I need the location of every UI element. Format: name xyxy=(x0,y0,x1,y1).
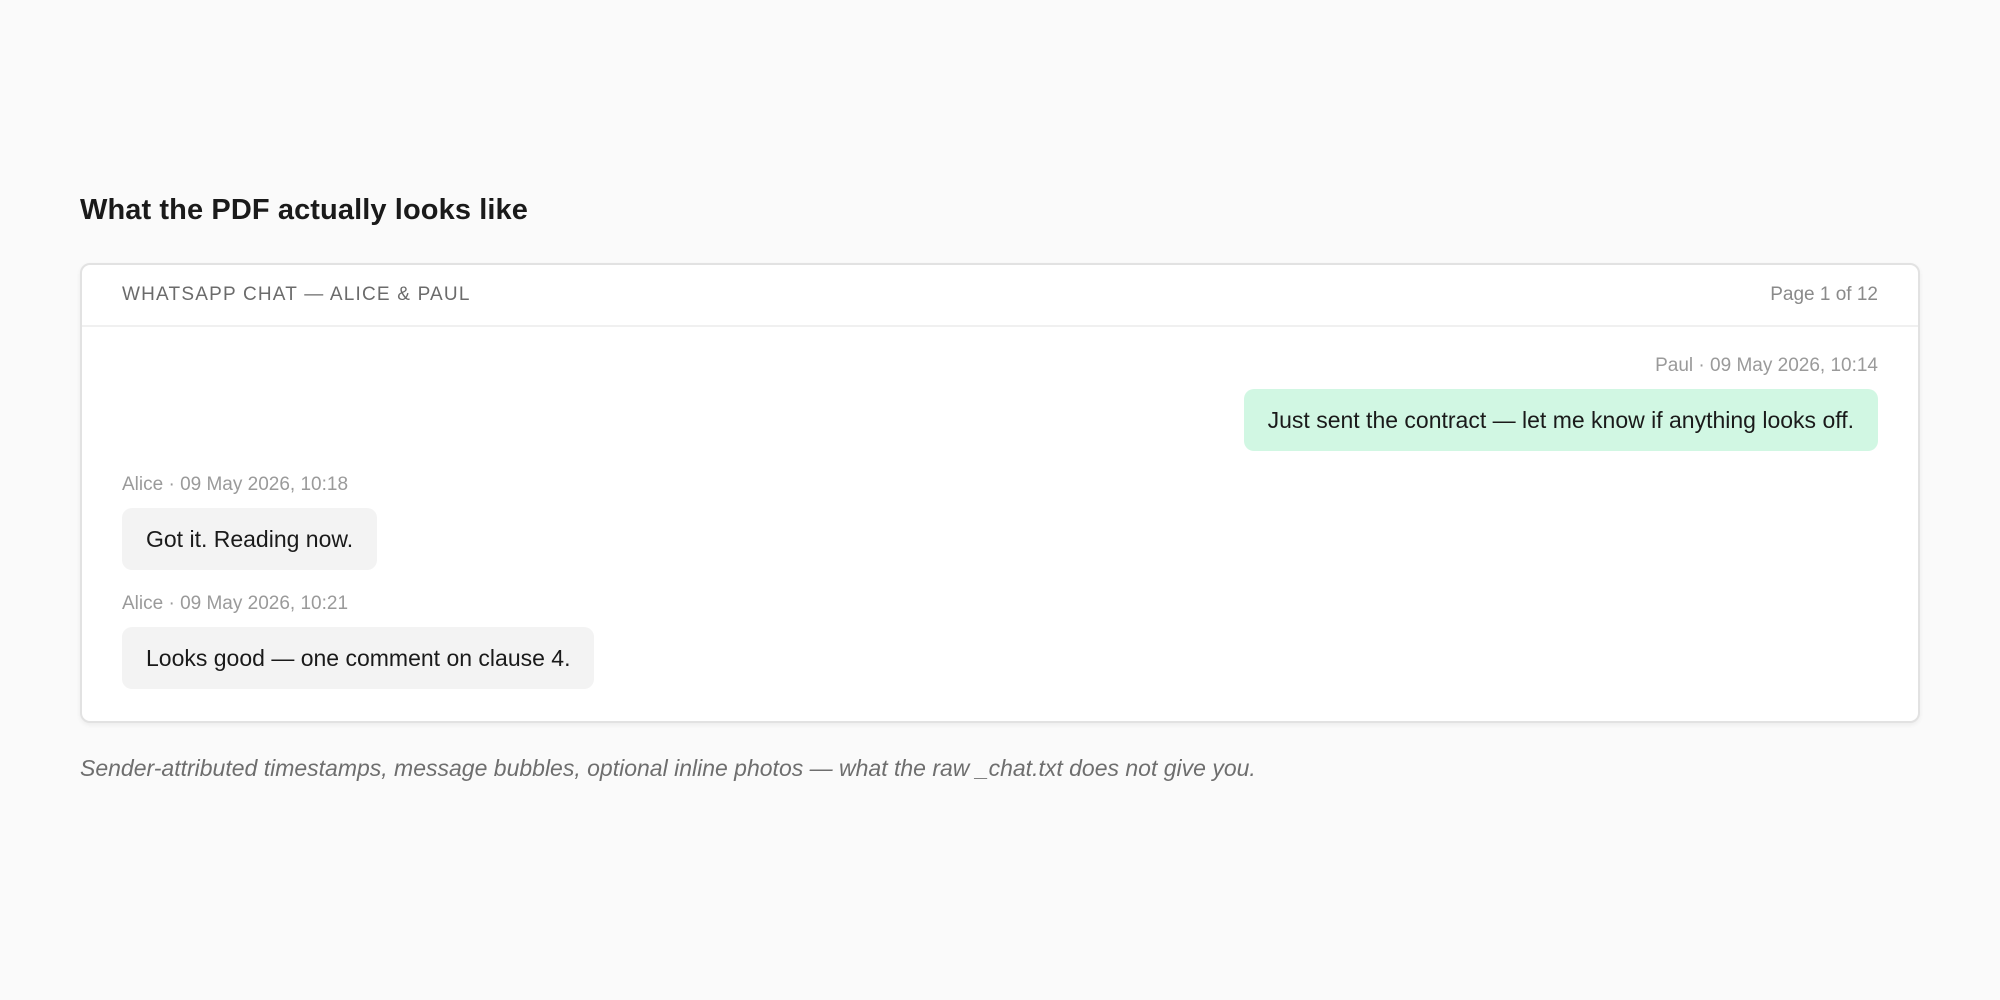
page: What the PDF actually looks like WHATSAP… xyxy=(0,0,2000,1000)
chat-messages: Paul · 09 May 2026, 10:14 Just sent the … xyxy=(82,327,1918,721)
message-bubble: Got it. Reading now. xyxy=(122,508,378,570)
chat-title: WHATSAPP CHAT — ALICE & PAUL xyxy=(122,284,471,305)
section-title: What the PDF actually looks like xyxy=(80,194,528,226)
message-meta: Alice · 09 May 2026, 10:21 xyxy=(122,593,349,614)
message-meta: Alice · 09 May 2026, 10:18 xyxy=(122,474,349,495)
chat-header: WHATSAPP CHAT — ALICE & PAUL Page 1 of 1… xyxy=(82,265,1918,327)
message-bubble: Just sent the contract — let me know if … xyxy=(1243,389,1878,451)
message-incoming: Alice · 09 May 2026, 10:18 Got it. Readi… xyxy=(122,474,1878,570)
message-bubble: Looks good — one comment on clause 4. xyxy=(122,627,595,689)
caption: Sender-attributed timestamps, message bu… xyxy=(80,755,1256,781)
message-incoming: Alice · 09 May 2026, 10:21 Looks good — … xyxy=(122,593,1878,689)
message-outgoing: Paul · 09 May 2026, 10:14 Just sent the … xyxy=(122,355,1878,451)
page-indicator: Page 1 of 12 xyxy=(1770,284,1878,305)
chat-pdf-preview: WHATSAPP CHAT — ALICE & PAUL Page 1 of 1… xyxy=(80,263,1920,723)
message-meta: Paul · 09 May 2026, 10:14 xyxy=(1655,355,1878,376)
